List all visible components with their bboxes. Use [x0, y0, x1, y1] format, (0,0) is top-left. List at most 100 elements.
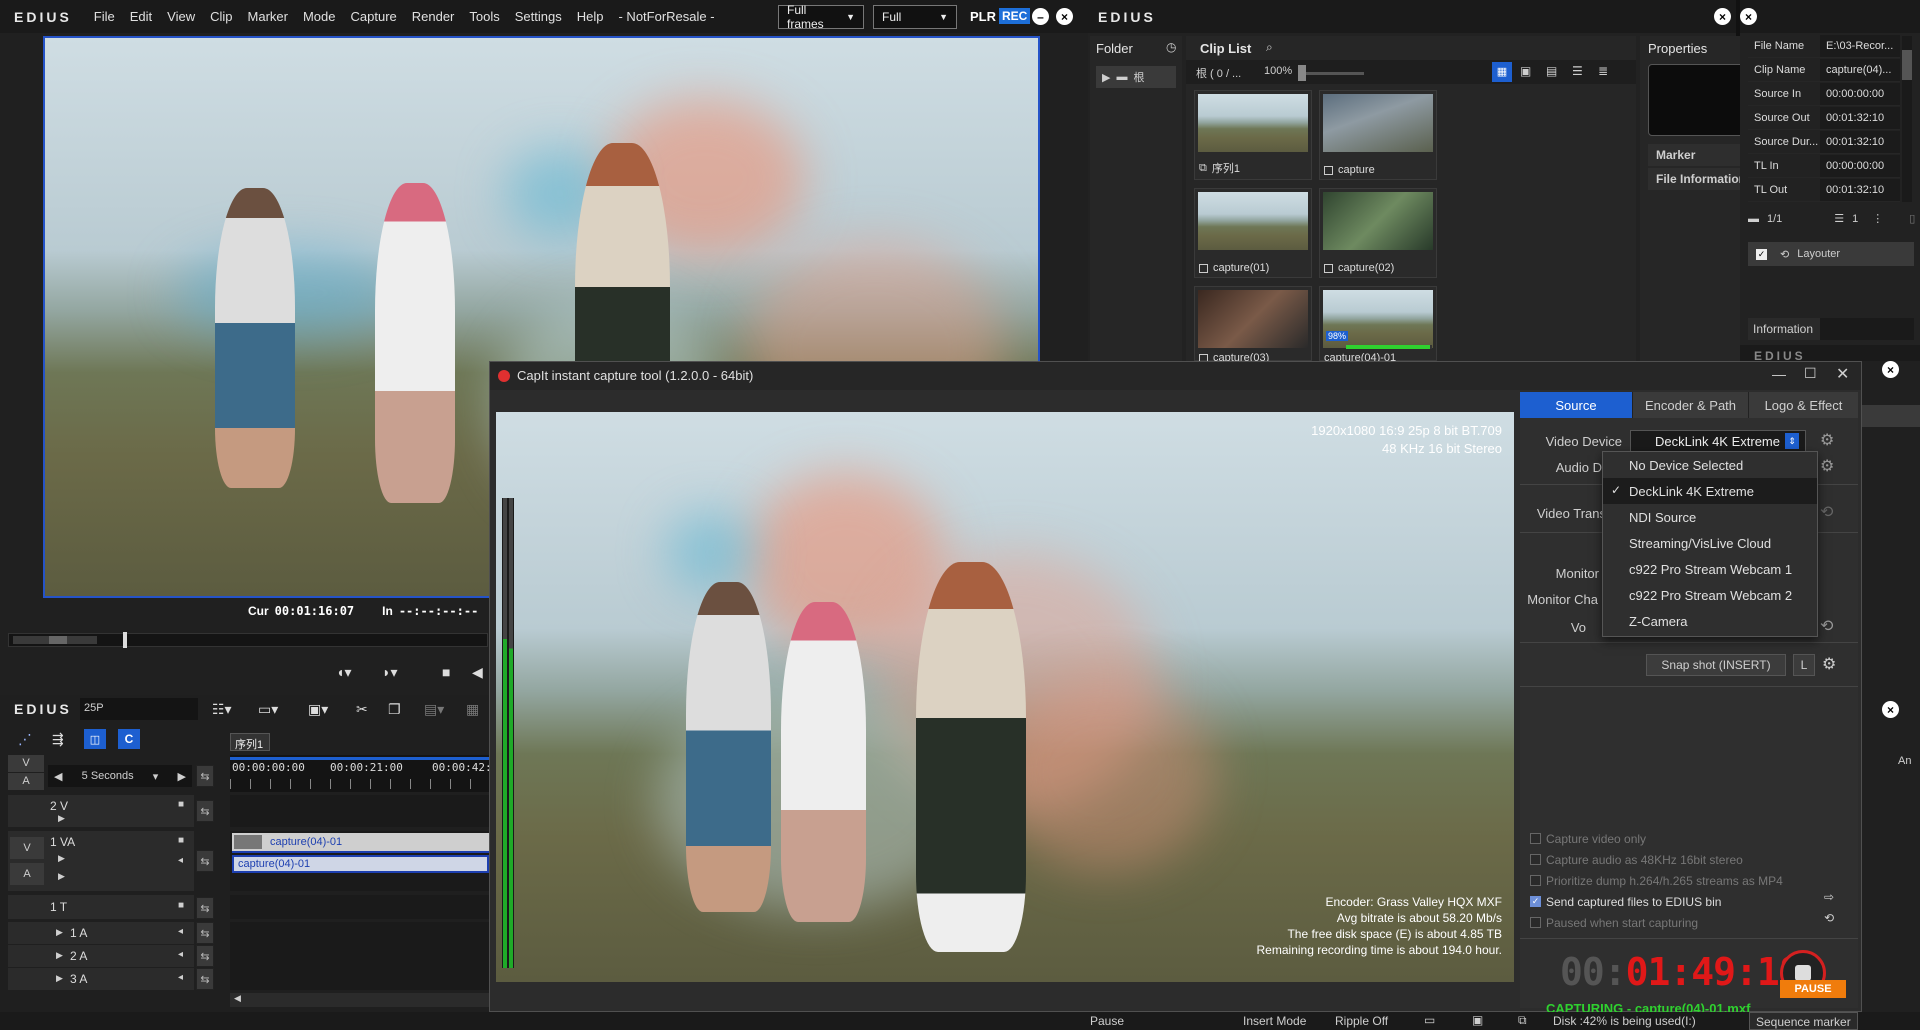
track-header-1a[interactable]: ▶ 1 A ◂: [8, 922, 194, 944]
checkbox[interactable]: [1530, 833, 1541, 844]
timeline-hscrollbar[interactable]: ◀: [230, 993, 489, 1007]
tab-encoder-path[interactable]: Encoder & Path: [1632, 392, 1748, 418]
set-out-icon[interactable]: ◗▾: [382, 664, 397, 681]
gear-icon[interactable]: ⚙: [1820, 456, 1834, 476]
minimize-icon[interactable]: —: [1772, 366, 1786, 382]
expand-icon[interactable]: ▶: [1102, 71, 1110, 84]
menu-clip[interactable]: Clip: [210, 9, 232, 24]
set-in-icon[interactable]: ◖▾: [336, 664, 351, 681]
clip-thumb-capture01[interactable]: capture(01): [1194, 188, 1312, 278]
option-paused-start[interactable]: Paused when start capturing: [1530, 912, 1850, 933]
speaker-icon[interactable]: ◂: [178, 972, 183, 983]
open-folder-icon[interactable]: ▭▾: [258, 701, 278, 718]
tab-sequence-marker[interactable]: Sequence marker: [1749, 1012, 1858, 1030]
refresh-icon[interactable]: ⟲: [1820, 502, 1833, 522]
speaker-icon[interactable]: ◂: [178, 949, 183, 960]
menu-help[interactable]: Help: [577, 9, 604, 24]
monitor-icon[interactable]: ▭: [1424, 1013, 1435, 1027]
track-lock-icon[interactable]: ■: [178, 799, 184, 810]
v-channel-label[interactable]: V: [8, 755, 44, 772]
group-mode-icon[interactable]: C: [118, 729, 140, 749]
track-lane-1va[interactable]: capture(04)-01 capture(04)-01: [230, 831, 489, 891]
tab-source[interactable]: Source: [1520, 392, 1632, 418]
file-info-scrollbar[interactable]: [1902, 36, 1912, 202]
sync-icon[interactable]: ⇆: [196, 850, 214, 872]
video-device-select[interactable]: DeckLink 4K Extreme ⇕: [1630, 430, 1806, 452]
gear-icon[interactable]: ⚙: [1820, 430, 1834, 450]
stop-icon[interactable]: ■: [442, 664, 450, 680]
mode-icon-2[interactable]: ⇶: [52, 731, 64, 748]
timeline-scale-select[interactable]: ◀ 5 Seconds ▾ ▶: [48, 765, 192, 787]
open-bin-icon[interactable]: ⇨: [1824, 890, 1834, 904]
view-grid-icon[interactable]: ▦: [1492, 62, 1512, 82]
more-icon[interactable]: ⋮: [1872, 212, 1883, 225]
chevron-right-icon[interactable]: ▶: [178, 770, 186, 783]
cut-icon[interactable]: ✂: [356, 701, 368, 718]
view-compact-icon[interactable]: ≣: [1598, 64, 1608, 78]
option-send-to-bin[interactable]: ✓ Send captured files to EDIUS bin: [1530, 891, 1850, 912]
menu-view[interactable]: View: [167, 9, 195, 24]
sync-icon[interactable]: ⇆: [196, 968, 214, 990]
chevron-left-icon[interactable]: ◀: [234, 993, 241, 1004]
clip-thumb-capture04[interactable]: 98% capture(04)-01: [1319, 286, 1437, 364]
tab-logo-effect[interactable]: Logo & Effect: [1748, 392, 1858, 418]
dropdown-item-selected[interactable]: ✓ DeckLink 4K Extreme: [1603, 478, 1817, 504]
view-detail-icon[interactable]: ▤: [1546, 64, 1557, 78]
clip-thumb-capture02[interactable]: capture(02): [1319, 188, 1437, 278]
close-icon[interactable]: ×: [1882, 701, 1899, 718]
trash-icon[interactable]: ▯: [1909, 212, 1915, 225]
dropdown-item[interactable]: c922 Pro Stream Webcam 1: [1603, 556, 1817, 582]
video-clip[interactable]: capture(04)-01: [232, 833, 489, 853]
render-icon[interactable]: ⧉: [1518, 1013, 1527, 1028]
va-v-label[interactable]: V: [10, 837, 44, 859]
expand-icon[interactable]: ▶: [56, 973, 63, 984]
a-channel-label[interactable]: A: [8, 773, 44, 790]
dropdown-item[interactable]: NDI Source: [1603, 504, 1817, 530]
menu-edit[interactable]: Edit: [130, 9, 152, 24]
fps-field[interactable]: 25P: [80, 698, 198, 720]
replace-icon[interactable]: ▦: [466, 701, 479, 718]
menu-settings[interactable]: Settings: [515, 9, 562, 24]
track-header-1va[interactable]: V A 1 VA ■ ▶ ▶ ◂: [8, 831, 194, 891]
quality-select[interactable]: Full ▼: [873, 5, 957, 29]
track-lock-icon[interactable]: ■: [178, 900, 184, 911]
rewind-icon[interactable]: ◀: [472, 664, 483, 681]
track-lane-2v[interactable]: [230, 795, 489, 827]
sync-icon[interactable]: ⇆: [196, 765, 214, 787]
playhead-handle[interactable]: [123, 632, 127, 648]
clip-thumb-capture03[interactable]: capture(03): [1194, 286, 1312, 364]
folder-root[interactable]: ▶ ▬ 根: [1096, 66, 1176, 88]
track-header-2v[interactable]: 2 V ■ ▶: [8, 795, 194, 827]
save-icon[interactable]: ▣▾: [308, 701, 328, 718]
dropdown-item[interactable]: c922 Pro Stream Webcam 2: [1603, 582, 1817, 608]
close-icon[interactable]: ×: [1740, 8, 1757, 25]
sequence-settings-icon[interactable]: ☷▾: [212, 701, 232, 718]
maximize-icon[interactable]: ☐: [1804, 365, 1817, 382]
sync-icon[interactable]: ⇆: [196, 897, 214, 919]
checkbox[interactable]: [1530, 854, 1541, 865]
track-lane-1t[interactable]: [230, 895, 489, 919]
close-icon[interactable]: ✕: [1836, 364, 1849, 384]
chevron-left-icon[interactable]: ◀: [54, 770, 62, 783]
paste-icon[interactable]: ▤▾: [424, 701, 444, 718]
checkbox-checked[interactable]: ✓: [1530, 896, 1541, 907]
timeline-ruler[interactable]: 00:00:00:00 00:00:21:00 00:00:42:: [230, 755, 492, 792]
checkbox[interactable]: [1530, 917, 1541, 928]
minimize-icon[interactable]: –: [1032, 8, 1049, 25]
close-icon[interactable]: ×: [1882, 361, 1899, 378]
layouter-row[interactable]: ✓ ⟲ Layouter: [1748, 242, 1914, 266]
zoom-slider[interactable]: [1298, 65, 1364, 81]
menu-capture[interactable]: Capture: [351, 9, 397, 24]
track-lane-audio[interactable]: [230, 922, 489, 990]
audio-clip[interactable]: capture(04)-01: [232, 855, 489, 873]
dropdown-item[interactable]: No Device Selected: [1603, 452, 1817, 478]
layouter-checkbox[interactable]: ✓: [1756, 248, 1767, 260]
track-lock-icon[interactable]: ■: [178, 835, 184, 846]
video-device-dropdown[interactable]: No Device Selected ✓ DeckLink 4K Extreme …: [1602, 451, 1818, 637]
copy-icon[interactable]: ❐: [388, 701, 401, 718]
track-header-2a[interactable]: ▶ 2 A ◂: [8, 945, 194, 967]
expand-icon[interactable]: ▶: [58, 871, 65, 882]
history-icon[interactable]: ◷: [1166, 40, 1176, 54]
option-capture-audio-48k[interactable]: Capture audio as 48KHz 16bit stereo: [1530, 849, 1850, 870]
refresh-icon[interactable]: ⟲: [1820, 616, 1833, 636]
